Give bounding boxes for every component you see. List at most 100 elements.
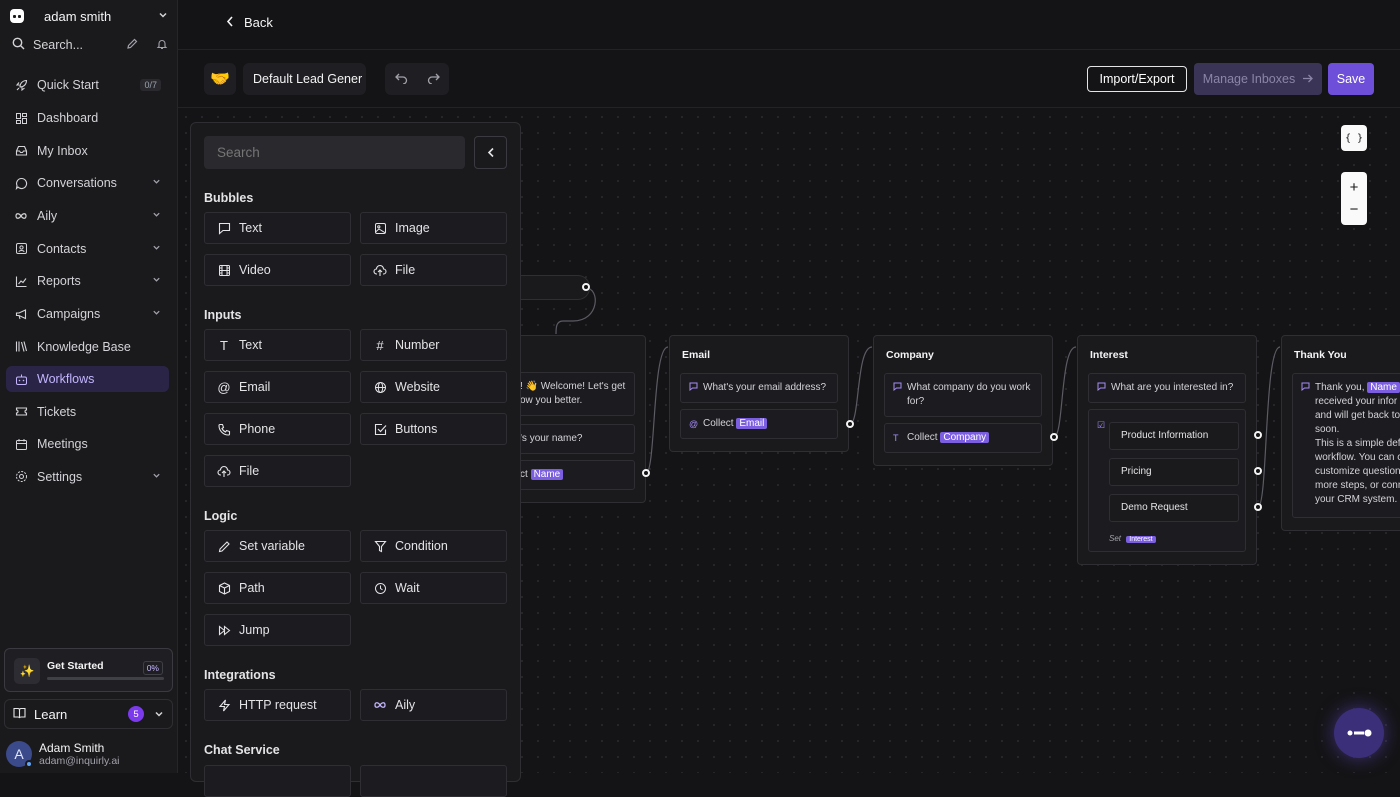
block-aily[interactable]: Aily bbox=[360, 689, 507, 721]
user-profile[interactable]: A Adam Smith adam@inquirly.ai bbox=[6, 739, 172, 769]
block-condition[interactable]: Condition bbox=[360, 530, 507, 562]
get-started-card[interactable]: ✨ Get Started 0% bbox=[4, 648, 173, 692]
block-path[interactable]: Path bbox=[204, 572, 351, 604]
option-product-information[interactable]: Product Information bbox=[1109, 422, 1239, 450]
line-chart-icon bbox=[14, 274, 28, 288]
at-sign-icon: @ bbox=[217, 379, 231, 395]
bell-icon[interactable] bbox=[156, 38, 168, 53]
company-collect[interactable]: T Collect Company bbox=[884, 423, 1042, 453]
message-line: and will get back to bbox=[1315, 410, 1400, 421]
thank-you-message[interactable]: Thank you, Name received your infor and … bbox=[1292, 373, 1400, 518]
block-bubble-file[interactable]: File bbox=[360, 254, 507, 286]
block-input-number[interactable]: # Number bbox=[360, 329, 507, 361]
block-bubble-video[interactable]: Video bbox=[204, 254, 351, 286]
block-bubble-image[interactable]: Image bbox=[360, 212, 507, 244]
sidebar-item-my-inbox[interactable]: My Inbox bbox=[6, 134, 169, 167]
workspace-switcher[interactable]: adam smith bbox=[10, 6, 168, 26]
block-input-email[interactable]: @ Email bbox=[204, 371, 351, 403]
block-http-request[interactable]: HTTP request bbox=[204, 689, 351, 721]
text-type-icon: T bbox=[893, 433, 899, 443]
name-output-port[interactable] bbox=[642, 469, 650, 477]
option-label: Pricing bbox=[1121, 466, 1152, 477]
block-label: Set variable bbox=[239, 539, 306, 553]
sidebar-item-reports[interactable]: Reports bbox=[6, 265, 169, 298]
block-label: Text bbox=[239, 338, 262, 352]
welcome-text-2: ow you better. bbox=[520, 395, 583, 406]
option-2-output-port[interactable] bbox=[1254, 467, 1262, 475]
block-chat-service-2[interactable] bbox=[360, 765, 507, 797]
interest-buttons[interactable]: ☑ Product Information Pricing Demo Reque… bbox=[1088, 409, 1246, 552]
undo-icon[interactable] bbox=[394, 71, 408, 87]
sidebar-item-tickets[interactable]: Tickets bbox=[6, 395, 169, 428]
block-label: HTTP request bbox=[239, 698, 317, 712]
name-collect[interactable]: ct Name bbox=[509, 460, 635, 490]
welcome-message[interactable]: ! 👋 Welcome! Let's get ow you better. bbox=[509, 372, 635, 416]
sidebar-item-meetings[interactable]: Meetings bbox=[6, 428, 169, 461]
block-input-phone[interactable]: Phone bbox=[204, 413, 351, 445]
start-output-port[interactable] bbox=[582, 283, 590, 291]
sidebar-item-conversations[interactable]: Conversations bbox=[6, 167, 169, 200]
chat-bubble-icon bbox=[14, 176, 28, 190]
globe-icon bbox=[373, 380, 387, 394]
back-button[interactable]: Back bbox=[226, 14, 273, 30]
back-label: Back bbox=[244, 14, 273, 30]
company-output-port[interactable] bbox=[1050, 433, 1058, 441]
option-1-output-port[interactable] bbox=[1254, 431, 1262, 439]
variable-tag: Name bbox=[530, 469, 564, 480]
blocks-search-input[interactable] bbox=[204, 136, 465, 169]
node-thank-you[interactable]: Thank You Thank you, Name received your … bbox=[1281, 335, 1400, 531]
sidebar-item-workflows[interactable]: Workflows bbox=[6, 366, 169, 393]
node-email[interactable]: Email What's your email address? @ Colle… bbox=[669, 335, 849, 452]
node-company[interactable]: Company What company do you work for? T … bbox=[873, 335, 1053, 466]
redo-icon[interactable] bbox=[427, 71, 440, 87]
email-output-port[interactable] bbox=[846, 420, 854, 428]
sidebar-item-campaigns[interactable]: Campaigns bbox=[6, 298, 169, 331]
block-chat-service-1[interactable] bbox=[204, 765, 351, 797]
blocks-panel: Bubbles Text Image Video File Inputs T Te… bbox=[190, 122, 521, 797]
workflow-emoji-picker[interactable]: 🤝 bbox=[204, 63, 236, 95]
node-interest[interactable]: Interest What are you interested in? ☑ P… bbox=[1077, 335, 1257, 565]
sidebar-item-label: Dashboard bbox=[37, 111, 99, 126]
chevron-down-icon bbox=[158, 10, 168, 23]
learn-button[interactable]: Learn 5 bbox=[4, 699, 173, 729]
name-question[interactable]: 's your name? bbox=[509, 424, 635, 454]
block-input-text[interactable]: T Text bbox=[204, 329, 351, 361]
email-collect[interactable]: @ Collect Email bbox=[680, 409, 838, 439]
email-question[interactable]: What's your email address? bbox=[680, 373, 838, 403]
option-demo-request[interactable]: Demo Request bbox=[1109, 494, 1239, 522]
message-line: This is a simple defa bbox=[1315, 438, 1400, 449]
sidebar-item-label: Reports bbox=[37, 274, 81, 289]
interest-question[interactable]: What are you interested in? bbox=[1088, 373, 1246, 403]
sidebar-item-knowledge-base[interactable]: Knowledge Base bbox=[6, 331, 169, 364]
sidebar-item-settings[interactable]: Settings bbox=[6, 461, 169, 494]
company-question[interactable]: What company do you work for? bbox=[884, 373, 1042, 417]
sidebar-item-aily[interactable]: Aily bbox=[6, 200, 169, 233]
manage-inboxes-button[interactable]: Manage Inboxes bbox=[1194, 63, 1322, 95]
message-line: more steps, or conn bbox=[1315, 480, 1400, 491]
block-jump[interactable]: Jump bbox=[204, 614, 351, 646]
block-wait[interactable]: Wait bbox=[360, 572, 507, 604]
block-set-variable[interactable]: Set variable bbox=[204, 530, 351, 562]
block-bubble-text[interactable]: Text bbox=[204, 212, 351, 244]
block-input-file[interactable]: File bbox=[204, 455, 351, 487]
save-button[interactable]: Save bbox=[1328, 63, 1374, 95]
sidebar-item-label: Meetings bbox=[37, 437, 88, 452]
block-input-website[interactable]: Website bbox=[360, 371, 507, 403]
cube-icon bbox=[217, 581, 231, 595]
option-3-output-port[interactable] bbox=[1254, 503, 1262, 511]
cloud-upload-icon bbox=[217, 464, 231, 478]
block-input-buttons[interactable]: Buttons bbox=[360, 413, 507, 445]
collapse-panel-button[interactable] bbox=[474, 136, 507, 169]
chevron-down-icon bbox=[154, 707, 164, 722]
sidebar-search[interactable]: Search... bbox=[12, 36, 168, 54]
compose-icon[interactable] bbox=[126, 38, 138, 53]
online-status-dot bbox=[25, 760, 33, 768]
import-export-button[interactable]: Import/Export bbox=[1087, 66, 1187, 92]
chevron-down-icon bbox=[152, 471, 161, 483]
chat-launcher-button[interactable] bbox=[1334, 708, 1384, 758]
sidebar-item-contacts[interactable]: Contacts bbox=[6, 232, 169, 265]
option-pricing[interactable]: Pricing bbox=[1109, 458, 1239, 486]
workflow-name-input[interactable]: Default Lead Gener bbox=[243, 63, 366, 95]
sidebar-item-dashboard[interactable]: Dashboard bbox=[6, 102, 169, 135]
sidebar-item-quick-start[interactable]: Quick Start 0/7 bbox=[6, 69, 169, 102]
